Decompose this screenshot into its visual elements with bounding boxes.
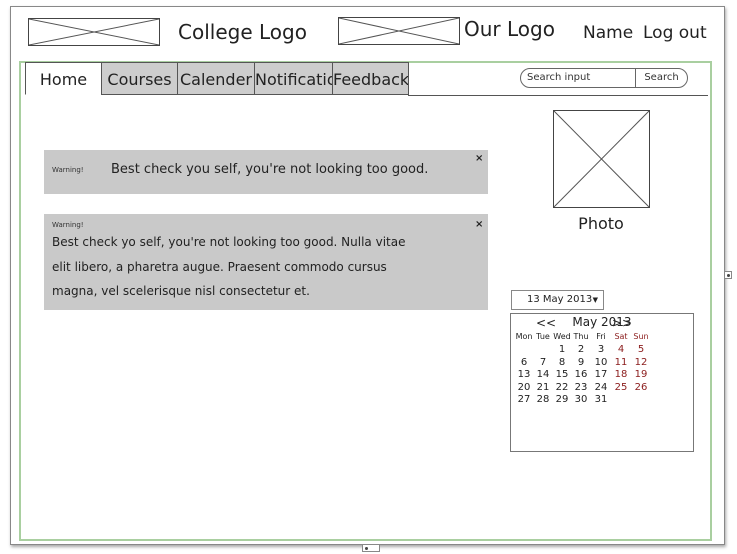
calendar-day[interactable]: 26 — [631, 382, 651, 393]
alert-message-line: magna, vel scelerisque nisl consectetur … — [52, 284, 310, 298]
calendar-day[interactable]: 1 — [552, 344, 572, 355]
calendar-day[interactable]: 17 — [591, 369, 611, 380]
calendar-next-button[interactable]: >> — [612, 316, 632, 330]
weekday-label: Fri — [596, 332, 606, 341]
tab-notification-label: Notification — [255, 70, 332, 89]
tab-home[interactable]: Home — [25, 62, 102, 95]
calendar-day[interactable]: 10 — [591, 357, 611, 368]
tab-courses[interactable]: Courses — [101, 62, 178, 95]
calendar-day[interactable]: 23 — [571, 382, 591, 393]
weekday-label: Sun — [633, 332, 649, 341]
tab-baseline — [408, 95, 708, 96]
calendar-day[interactable]: 29 — [552, 394, 572, 405]
calendar-day[interactable]: 2 — [571, 344, 591, 355]
calendar-day[interactable]: 22 — [552, 382, 572, 393]
calendar-day[interactable]: 12 — [631, 357, 651, 368]
calendar-day[interactable]: 21 — [533, 382, 553, 393]
calendar-day[interactable]: 7 — [533, 357, 553, 368]
alert-message-line: elit libero, a pharetra augue. Praesent … — [52, 259, 387, 274]
alert-label: Warning! — [52, 221, 84, 229]
calendar: << May 2013 >> Mon Tue Wed Thu Fri Sat Sun 1 2 3 4… — [510, 313, 694, 452]
weekday-label: Thu — [573, 332, 589, 341]
tab-notification[interactable]: Notification — [254, 62, 333, 95]
close-icon[interactable]: × — [475, 153, 483, 164]
our-logo-text: Our Logo — [464, 17, 555, 41]
calendar-day[interactable]: 30 — [571, 394, 591, 405]
calendar-day[interactable]: 25 — [611, 382, 631, 393]
alert-message: Best check yo self, you're not looking t… — [52, 230, 432, 304]
warning-alert-long: Warning! Best check yo self, you're not … — [44, 214, 488, 310]
calendar-day[interactable]: 28 — [533, 394, 553, 405]
alert-message-line: Best check yo self, you're not looking t… — [52, 235, 406, 249]
user-name-link[interactable]: Name — [583, 23, 633, 43]
tab-calender[interactable]: Calender — [177, 62, 255, 95]
college-logo-text: College Logo — [178, 20, 307, 44]
close-icon[interactable]: × — [475, 219, 483, 230]
calendar-day[interactable]: 16 — [571, 369, 591, 380]
right-resize-handle[interactable] — [724, 271, 732, 279]
tab-feedback[interactable]: Feedback — [332, 62, 409, 95]
calendar-day[interactable]: 3 — [591, 344, 611, 355]
alert-message: Best check you self, you're not looking … — [111, 162, 429, 177]
weekday-label: Tue — [536, 332, 550, 341]
calendar-day[interactable]: 18 — [611, 369, 631, 380]
tab-calender-label: Calender — [180, 70, 252, 89]
calendar-day[interactable]: 4 — [611, 344, 631, 355]
calendar-day[interactable]: 9 — [571, 357, 591, 368]
date-picker-value: 13 May 2013 — [527, 294, 593, 305]
calendar-day[interactable]: 14 — [533, 369, 553, 380]
warning-alert-short: Warning! Best check you self, you're not… — [44, 150, 488, 194]
calendar-day[interactable]: 15 — [552, 369, 572, 380]
photo-image-placeholder — [553, 110, 650, 208]
chevron-down-icon: ▼ — [592, 296, 598, 304]
calendar-day[interactable]: 27 — [514, 394, 534, 405]
calendar-day[interactable]: 8 — [552, 357, 572, 368]
search-button[interactable]: Search — [635, 68, 688, 88]
calendar-day[interactable]: 11 — [611, 357, 631, 368]
calendar-day[interactable]: 6 — [514, 357, 534, 368]
tab-home-label: Home — [39, 70, 88, 89]
college-logo-image-placeholder — [28, 18, 160, 46]
logout-link[interactable]: Log out — [643, 23, 707, 43]
tab-courses-label: Courses — [107, 70, 172, 89]
alert-label: Warning! — [52, 166, 84, 174]
calendar-day[interactable]: 5 — [631, 344, 651, 355]
our-logo-image-placeholder — [338, 17, 460, 45]
weekday-label: Mon — [515, 332, 533, 341]
calendar-day[interactable]: 31 — [591, 394, 611, 405]
calendar-day[interactable]: 19 — [631, 369, 651, 380]
calendar-month-title: May 2013 — [572, 315, 632, 329]
calendar-day[interactable]: 24 — [591, 382, 611, 393]
calendar-day[interactable]: 20 — [514, 382, 534, 393]
search-input[interactable]: Search input — [520, 68, 640, 88]
bottom-resize-handle[interactable] — [362, 544, 380, 552]
tab-feedback-label: Feedback — [333, 70, 409, 89]
photo-caption: Photo — [578, 214, 624, 233]
weekday-label: Wed — [553, 332, 571, 341]
weekday-label: Sat — [614, 332, 628, 341]
date-picker-select[interactable]: 13 May 2013 ▼ — [511, 290, 604, 310]
calendar-day[interactable]: 13 — [514, 369, 534, 380]
